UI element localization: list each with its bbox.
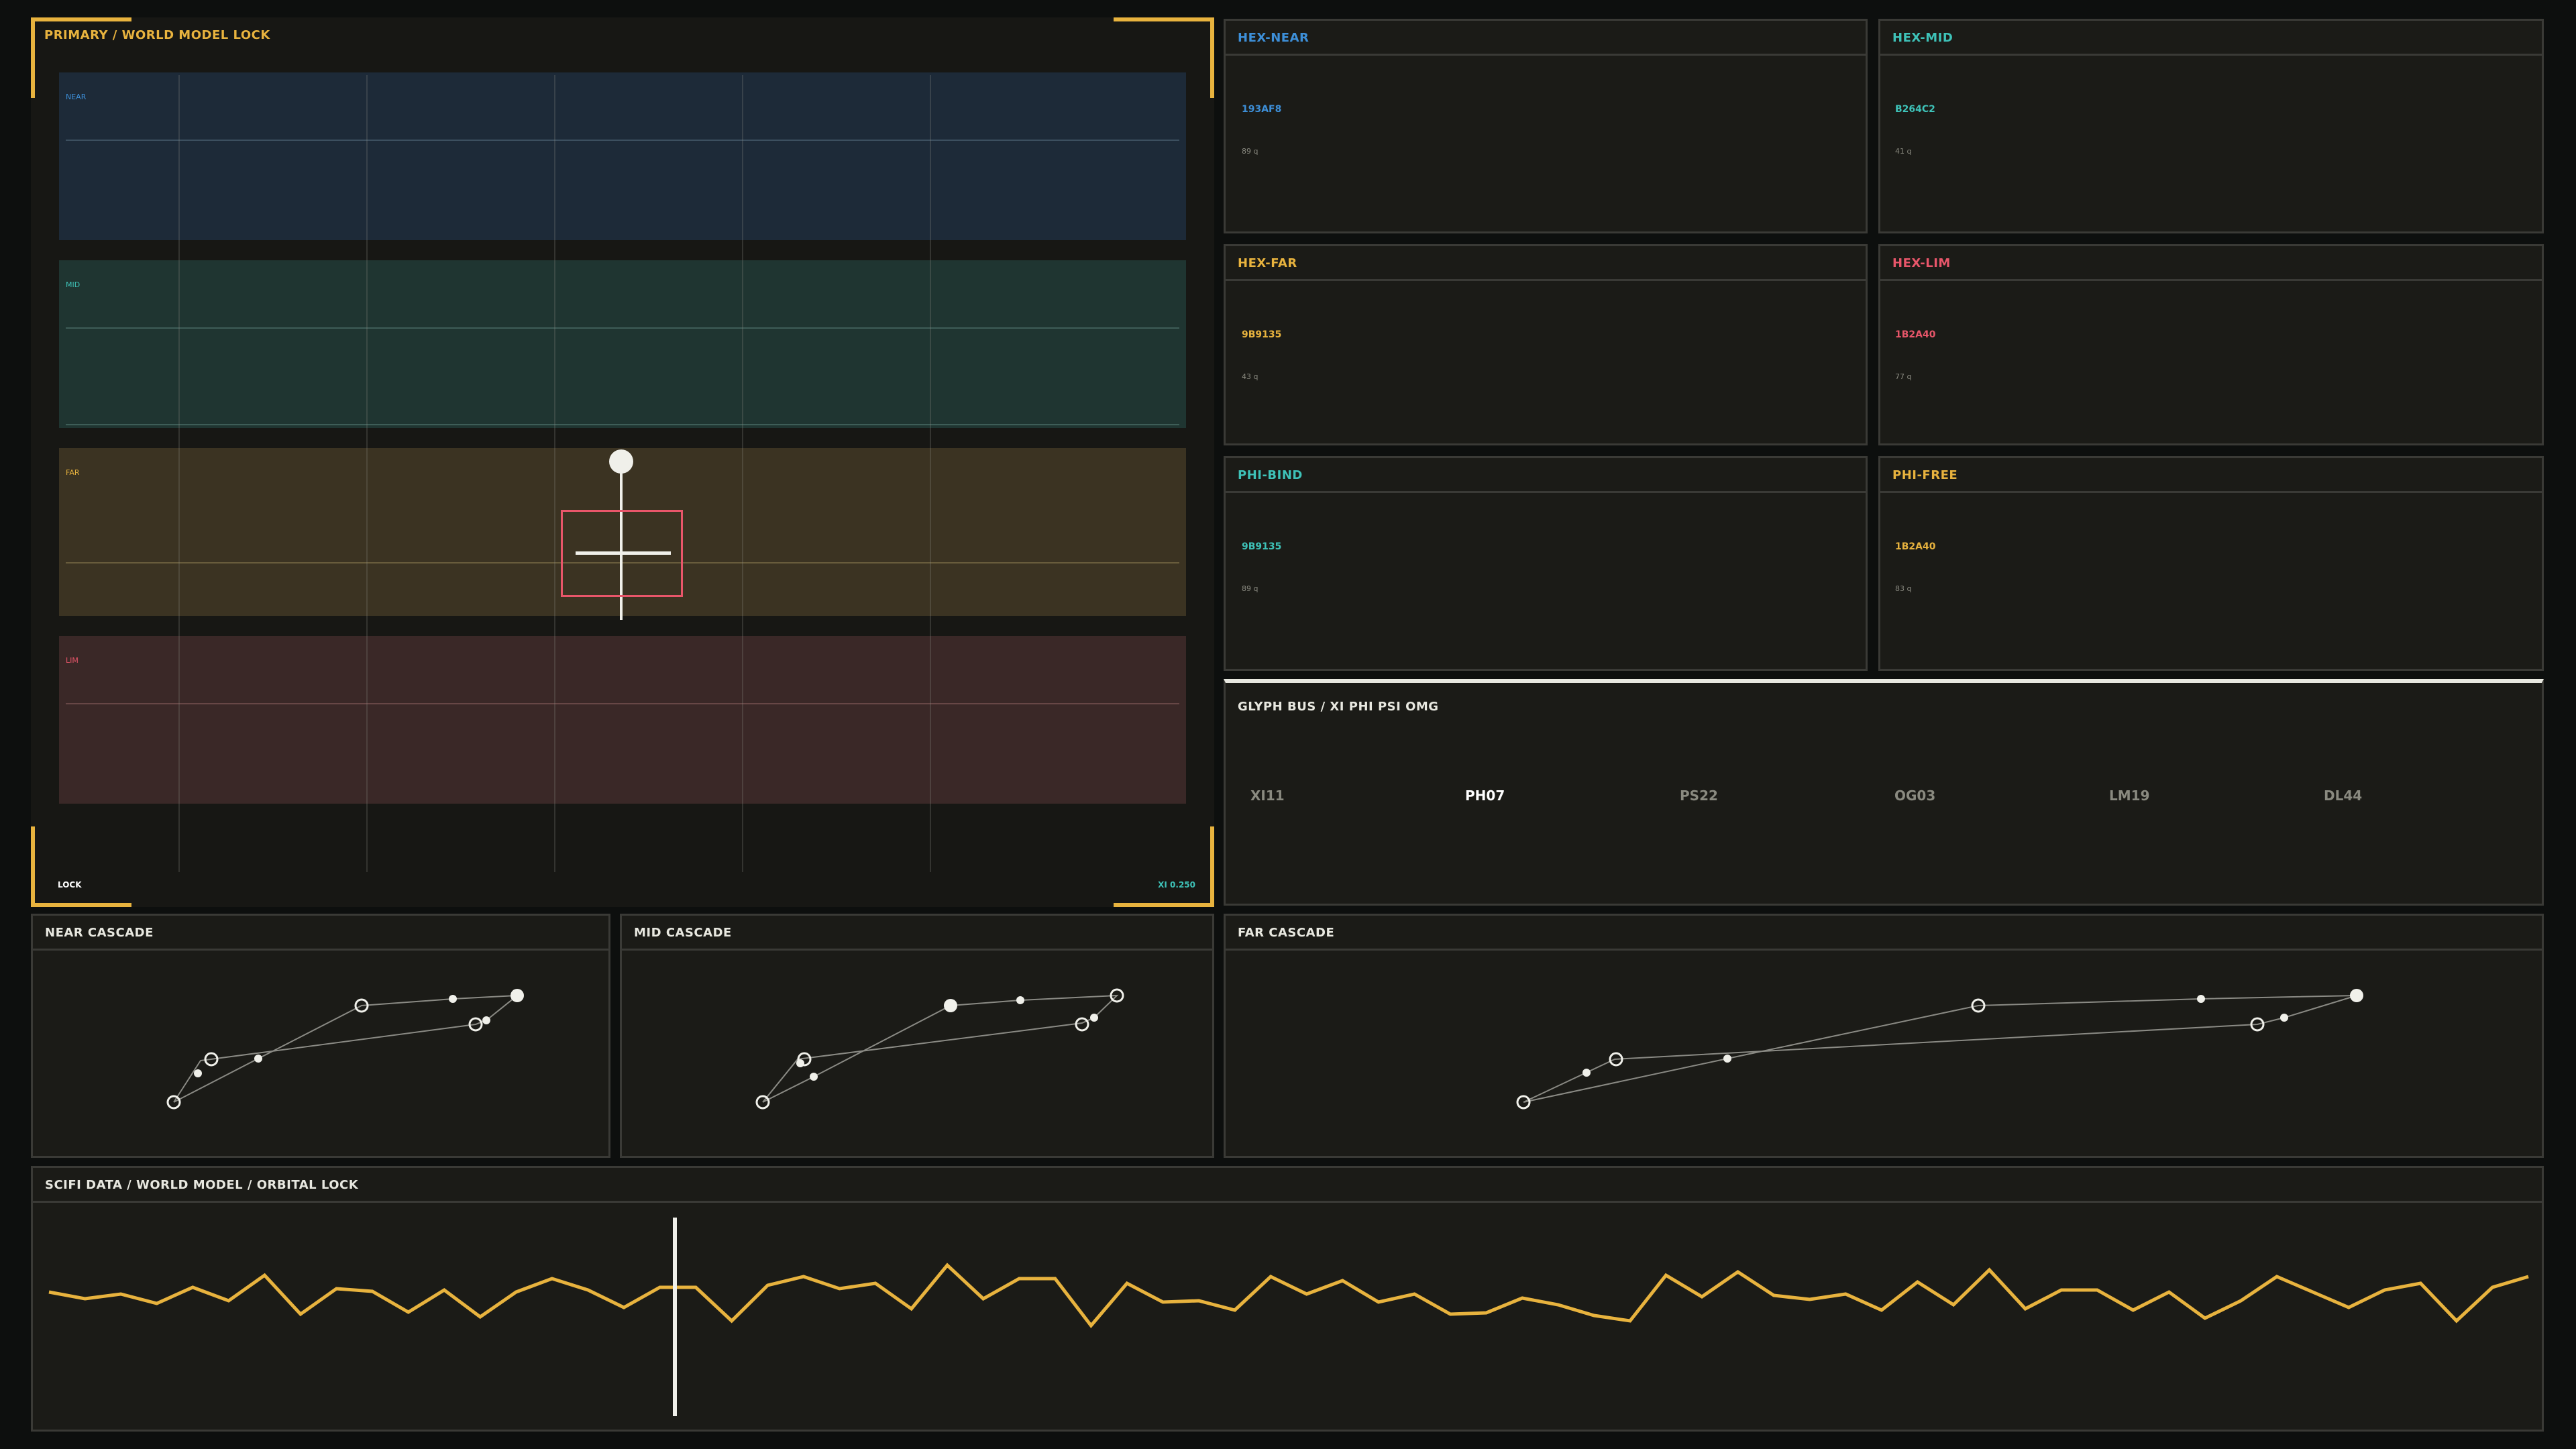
glyph-bus-title: GLYPH BUS / XI PHI PSI OMG	[1238, 700, 1439, 714]
corner-bracket	[1114, 826, 1214, 907]
glyph-lm19[interactable]: LM19	[2109, 788, 2149, 804]
hex-panel-mid: HEX-MID B264C2 41 q	[1878, 19, 2544, 233]
far-cascade-graph	[1516, 989, 2363, 1110]
glyph-og03[interactable]: OG03	[1894, 788, 1935, 804]
hex-code: 193AF8	[1242, 104, 1282, 115]
hex-panel-title: HEX-NEAR	[1226, 21, 1866, 56]
grid-line	[178, 75, 180, 872]
timeline-panel: SCIFI DATA / WORLD MODEL / ORBITAL LOCK	[31, 1166, 2544, 1432]
crosshair-icon	[576, 551, 671, 555]
band-label: FAR	[66, 468, 80, 477]
mid-cascade-graph	[755, 988, 1124, 1110]
glyph-ph07[interactable]: PH07	[1465, 788, 1505, 804]
xi-readout: XI 0.250	[1158, 880, 1195, 890]
hex-code: 1B2A40	[1895, 329, 1936, 340]
hex-value: 89 q	[1242, 584, 1258, 593]
timeline-graph	[48, 1263, 2529, 1328]
hex-value: 77 q	[1895, 372, 1912, 381]
hex-panel-near: HEX-NEAR 193AF8 89 q	[1224, 19, 1868, 233]
near-cascade-graph	[166, 989, 524, 1110]
hex-code: B264C2	[1895, 104, 1935, 115]
hex-panel-title: PHI-BIND	[1226, 458, 1866, 493]
hex-code: 1B2A40	[1895, 541, 1936, 552]
hex-panel-title: HEX-LIM	[1880, 246, 2542, 281]
corner-bracket	[31, 826, 131, 907]
band-label: NEAR	[66, 93, 87, 101]
far-cascade-panel: FAR CASCADE	[1224, 914, 2544, 1158]
timeline-cursor[interactable]	[673, 1218, 677, 1416]
near-cascade-panel: NEAR CASCADE	[31, 914, 610, 1158]
glyph-ps22[interactable]: PS22	[1680, 788, 1718, 804]
hex-panel-title: PHI-FREE	[1880, 458, 2542, 493]
hex-value: 43 q	[1242, 372, 1258, 381]
hex-panel-title: HEX-MID	[1880, 21, 2542, 56]
hex-panel-far: HEX-FAR 9B9135 43 q	[1224, 244, 1868, 445]
hex-panel-title: HEX-FAR	[1226, 246, 1866, 281]
band-mid: MID	[59, 260, 1186, 428]
band-label: MID	[66, 280, 80, 289]
band-near: NEAR	[59, 72, 1186, 240]
glyph-dl44[interactable]: DL44	[2324, 788, 2362, 804]
grid-line	[930, 75, 931, 872]
phi-free-panel: PHI-FREE 1B2A40 83 q	[1878, 456, 2544, 671]
timeline-series-line	[48, 1263, 2529, 1328]
hex-value: 41 q	[1895, 147, 1912, 156]
grid-line	[366, 75, 368, 872]
band-label: LIM	[66, 656, 78, 665]
primary-panel: PRIMARY / WORLD MODEL LOCK NEAR MID FAR …	[31, 17, 1214, 907]
lock-label: LOCK	[58, 880, 82, 890]
hex-code: 9B9135	[1242, 329, 1282, 340]
grid-line	[554, 75, 555, 872]
band-lim: LIM	[59, 636, 1186, 804]
phi-bind-panel: PHI-BIND 9B9135 89 q	[1224, 456, 1868, 671]
hex-value: 89 q	[1242, 147, 1258, 156]
glyph-xi11[interactable]: XI11	[1250, 788, 1285, 804]
mid-cascade-panel: MID CASCADE	[620, 914, 1214, 1158]
primary-title: PRIMARY / WORLD MODEL LOCK	[44, 28, 270, 42]
hex-value: 83 q	[1895, 584, 1912, 593]
lock-handle[interactable]	[609, 449, 633, 474]
grid-line	[742, 75, 743, 872]
hex-code: 9B9135	[1242, 541, 1282, 552]
hex-panel-lim: HEX-LIM 1B2A40 77 q	[1878, 244, 2544, 445]
